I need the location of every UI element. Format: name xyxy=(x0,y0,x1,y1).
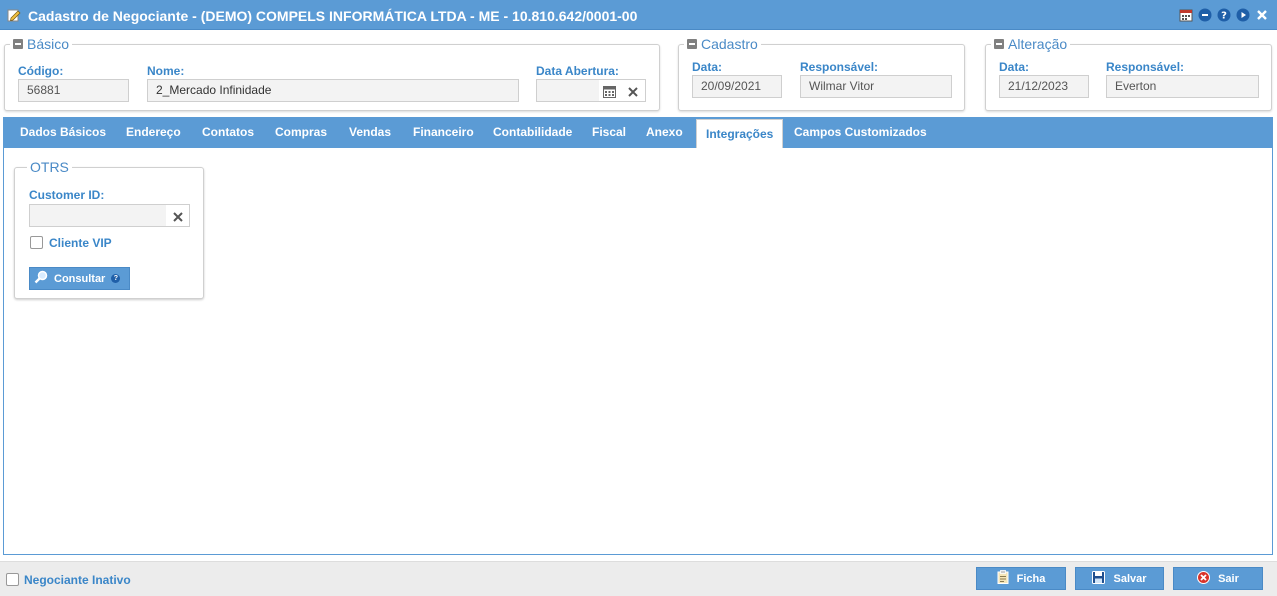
data-abertura-label: Data Abertura: xyxy=(536,64,619,78)
sair-label: Sair xyxy=(1218,572,1239,585)
collapse-icon[interactable] xyxy=(13,39,23,49)
clear-date-icon[interactable] xyxy=(627,84,639,101)
tab-contabilidade[interactable]: Contabilidade xyxy=(493,117,572,148)
help-icon[interactable]: ? xyxy=(1216,7,1231,22)
negociante-inativo-label[interactable]: Negociante Inativo xyxy=(24,573,131,587)
calendar-icon[interactable] xyxy=(1178,7,1193,22)
tab-vendas[interactable]: Vendas xyxy=(349,117,391,148)
customer-id-label: Customer ID: xyxy=(29,188,105,202)
window-title: Cadastro de Negociante - (DEMO) COMPELS … xyxy=(28,8,638,24)
tab-compras[interactable]: Compras xyxy=(275,117,327,148)
alteracao-panel: Alteração Data: 21/12/2023 Responsável: … xyxy=(985,36,1272,111)
alteracao-data-label: Data: xyxy=(999,60,1030,74)
salvar-button[interactable]: Salvar xyxy=(1075,567,1164,590)
consultar-button[interactable]: Consultar ? xyxy=(29,267,130,290)
ficha-button[interactable]: Ficha xyxy=(976,567,1066,590)
otrs-legend: OTRS xyxy=(27,159,72,175)
cadastro-responsavel-field: Wilmar Vitor xyxy=(800,75,952,98)
cadastro-data-field: 20/09/2021 xyxy=(692,75,782,98)
tab-financeiro[interactable]: Financeiro xyxy=(413,117,474,148)
consultar-label: Consultar xyxy=(54,272,106,285)
exit-icon xyxy=(1197,570,1211,587)
help-icon[interactable]: ? xyxy=(111,274,121,283)
customer-id-input[interactable] xyxy=(30,205,166,226)
ficha-label: Ficha xyxy=(1016,572,1046,585)
cadastro-data-label: Data: xyxy=(692,60,723,74)
calendar-picker-icon[interactable] xyxy=(603,84,616,101)
basico-legend-label: Básico xyxy=(27,36,70,52)
tab-campos-customizados[interactable]: Campos Customizados xyxy=(794,117,927,148)
close-icon[interactable] xyxy=(1254,7,1269,22)
alteracao-legend-label: Alteração xyxy=(1008,36,1068,52)
clear-customer-id-icon[interactable] xyxy=(172,209,184,226)
collapse-icon[interactable] xyxy=(994,39,1004,49)
clipboard-icon xyxy=(997,570,1009,587)
window-titlebar: Cadastro de Negociante - (DEMO) COMPELS … xyxy=(0,0,1277,30)
cadastro-responsavel-label: Responsável: xyxy=(800,60,879,74)
otrs-legend-label: OTRS xyxy=(30,159,69,175)
negociante-inativo-checkbox[interactable] xyxy=(6,573,19,586)
tab-dados-basicos[interactable]: Dados Básicos xyxy=(20,117,106,148)
footer-bar: Negociante Inativo Ficha Salvar Sair xyxy=(0,561,1277,596)
tab-bar: Dados Básicos Endereço Contatos Compras … xyxy=(3,117,1273,148)
otrs-panel: OTRS Customer ID: Cliente VIP Consultar … xyxy=(14,159,204,299)
svg-text:?: ? xyxy=(1221,10,1227,21)
cadastro-legend[interactable]: Cadastro xyxy=(684,36,761,52)
cliente-vip-checkbox[interactable] xyxy=(30,236,43,249)
tab-fiscal[interactable]: Fiscal xyxy=(592,117,626,148)
basico-legend[interactable]: Básico xyxy=(10,36,73,52)
alteracao-legend[interactable]: Alteração xyxy=(991,36,1071,52)
basico-panel: Básico Código: 56881 Nome: 2_Mercado Inf… xyxy=(4,36,660,111)
alteracao-responsavel-label: Responsável: xyxy=(1106,60,1185,74)
cliente-vip-label[interactable]: Cliente VIP xyxy=(49,236,112,250)
data-abertura-input[interactable] xyxy=(537,80,599,101)
salvar-label: Salvar xyxy=(1113,572,1147,585)
cadastro-panel: Cadastro Data: 20/09/2021 Responsável: W… xyxy=(678,36,965,111)
edit-document-icon xyxy=(7,8,21,22)
tab-anexo[interactable]: Anexo xyxy=(646,117,683,148)
tab-endereco[interactable]: Endereço xyxy=(126,117,181,148)
sair-button[interactable]: Sair xyxy=(1173,567,1263,590)
collapse-icon[interactable] xyxy=(687,39,697,49)
save-icon xyxy=(1092,570,1106,587)
minimize-icon[interactable] xyxy=(1197,7,1212,22)
search-icon xyxy=(34,270,48,287)
codigo-field[interactable]: 56881 xyxy=(18,79,129,102)
play-icon[interactable] xyxy=(1235,7,1250,22)
data-abertura-field[interactable] xyxy=(536,79,646,102)
cadastro-legend-label: Cadastro xyxy=(701,36,758,52)
customer-id-field[interactable] xyxy=(29,204,190,227)
tab-contatos[interactable]: Contatos xyxy=(202,117,254,148)
nome-field[interactable]: 2_Mercado Infinidade xyxy=(147,79,519,102)
alteracao-responsavel-field: Everton xyxy=(1106,75,1259,98)
codigo-label: Código: xyxy=(18,64,64,78)
alteracao-data-field: 21/12/2023 xyxy=(999,75,1089,98)
tab-integracoes[interactable]: Integrações xyxy=(696,119,784,148)
nome-label: Nome: xyxy=(147,64,185,78)
